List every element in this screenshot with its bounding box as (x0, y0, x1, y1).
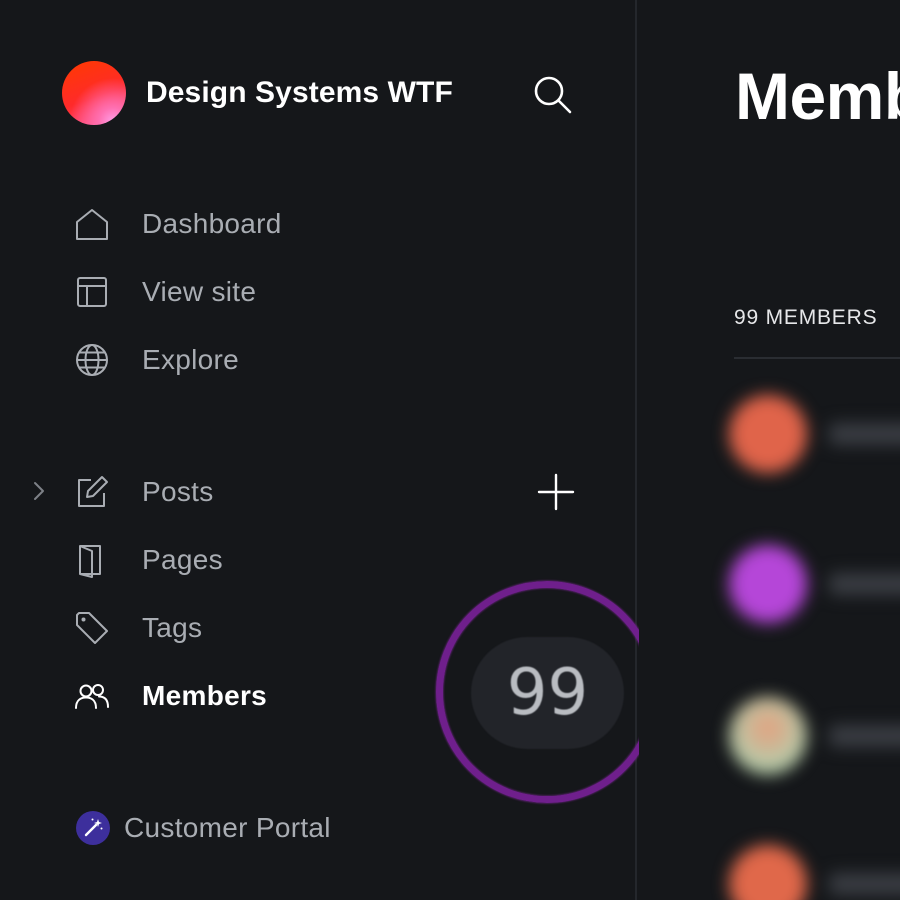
brand-logo (62, 61, 126, 125)
member-name-placeholder (829, 873, 900, 895)
avatar (729, 545, 807, 623)
nav-tags[interactable]: Tags (74, 608, 202, 648)
nav-members-label: Members (142, 680, 268, 711)
magic-wand-icon (76, 811, 110, 845)
member-count-label: 99 MEMBERS (734, 306, 878, 329)
brand[interactable]: Design Systems WTF (62, 61, 453, 125)
avatar (729, 697, 807, 775)
member-list-item[interactable] (729, 545, 900, 625)
header-divider (734, 357, 900, 359)
nav-view-site[interactable]: View site (74, 272, 256, 312)
nav-members[interactable]: Members (74, 676, 267, 716)
page-title: Memb (735, 59, 900, 133)
chevron-right-icon (34, 482, 44, 500)
nav-pages-label: Pages (142, 544, 223, 575)
tag-icon (74, 610, 110, 646)
member-name-placeholder (829, 725, 900, 747)
customer-portal-link[interactable]: Customer Portal (76, 810, 331, 846)
sidebar: Design Systems WTF Dashboard View site E… (0, 0, 658, 900)
plus-icon (537, 473, 575, 511)
member-name-placeholder (829, 423, 900, 445)
avatar (729, 395, 807, 473)
layout-icon (74, 274, 110, 310)
pages-icon (74, 542, 110, 578)
nav-posts[interactable]: Posts (74, 472, 214, 512)
nav-posts-label: Posts (142, 476, 214, 507)
add-post-button[interactable] (536, 472, 576, 512)
main-content: Memb 99 MEMBERS (639, 0, 900, 900)
search-icon (534, 76, 572, 114)
member-name-placeholder (829, 573, 900, 595)
search-button[interactable] (530, 72, 574, 116)
posts-expand-button[interactable] (28, 479, 50, 503)
member-list-item[interactable] (729, 845, 900, 900)
nav-explore-label: Explore (142, 344, 240, 375)
nav-explore[interactable]: Explore (74, 340, 239, 380)
home-icon (74, 206, 110, 242)
nav-view-site-label: View site (142, 276, 257, 307)
members-icon (74, 678, 110, 714)
avatar (729, 845, 807, 900)
member-list-item[interactable] (729, 697, 900, 777)
nav-dashboard[interactable]: Dashboard (74, 204, 282, 244)
nav-pages[interactable]: Pages (74, 540, 223, 580)
nav-dashboard-label: Dashboard (142, 208, 282, 239)
globe-icon (74, 342, 110, 378)
members-count-badge: 99 (471, 637, 624, 749)
member-list-item[interactable] (729, 395, 900, 475)
nav-tags-label: Tags (142, 612, 203, 643)
brand-name: Design Systems WTF (146, 76, 453, 109)
customer-portal-label: Customer Portal (124, 812, 331, 843)
edit-icon (74, 474, 110, 510)
